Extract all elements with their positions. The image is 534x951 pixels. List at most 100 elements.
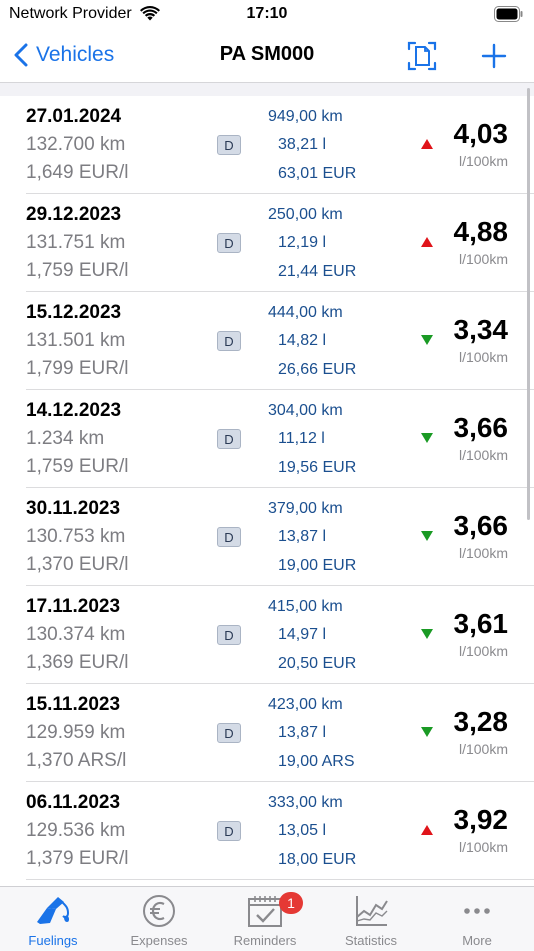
consumption-unit: l/100km xyxy=(458,643,508,659)
tab-reminders[interactable]: Reminders xyxy=(212,887,318,951)
trend-down-icon xyxy=(421,531,433,541)
consumption-value: 4,03 xyxy=(453,118,509,149)
trip-distance: 415,00 km xyxy=(268,598,343,615)
fueling-row[interactable]: 14.12.2023 1.234 km 1,759 EUR/l D 304,00… xyxy=(0,390,534,488)
document-button[interactable] xyxy=(404,39,440,73)
chevron-left-icon xyxy=(14,43,28,67)
tab-label: Statistics xyxy=(344,933,397,948)
odometer-reading: 132.700 km xyxy=(26,134,126,155)
fueling-row[interactable]: 15.11.2023 129.959 km 1,370 ARS/l D 423,… xyxy=(0,684,534,782)
fuel-cost: 63,01 EUR xyxy=(278,165,357,182)
fuel-volume: 13,87 l xyxy=(278,724,327,741)
trip-distance: 444,00 km xyxy=(268,304,343,321)
fueling-date: 15.11.2023 xyxy=(26,694,121,715)
consumption-unit: l/100km xyxy=(458,545,508,561)
trip-distance: 423,00 km xyxy=(268,696,343,713)
trend-down-icon xyxy=(421,335,433,345)
tab-label: Reminders xyxy=(233,933,297,948)
tab-more[interactable]: More xyxy=(424,887,530,951)
tab-label: Expenses xyxy=(130,933,188,948)
tab-label: More xyxy=(462,933,492,948)
fuel-type-badge: D xyxy=(217,233,241,253)
fueling-row[interactable]: 15.12.2023 131.501 km 1,799 EUR/l D 444,… xyxy=(0,292,534,390)
fuel-volume: 12,19 l xyxy=(278,234,327,251)
price-per-unit: 1,369 EUR/l xyxy=(26,652,129,673)
consumption-value: 3,28 xyxy=(453,706,509,737)
tab-fuelings[interactable]: Fuelings xyxy=(0,887,106,951)
fueling-row[interactable]: 17.11.2023 130.374 km 1,369 EUR/l D 415,… xyxy=(0,586,534,684)
fueling-date: 17.11.2023 xyxy=(26,596,121,617)
fuel-cost: 20,50 EUR xyxy=(278,655,357,672)
trip-distance: 379,00 km xyxy=(268,500,343,517)
odometer-reading: 130.753 km xyxy=(26,526,126,547)
tab-bar: Fuelings Expenses Reminders Statistics M… xyxy=(0,886,534,951)
fuel-volume: 14,97 l xyxy=(278,626,327,643)
trend-up-icon xyxy=(421,237,433,247)
more-dots-icon xyxy=(464,908,490,914)
reminders-badge: 1 xyxy=(279,892,303,914)
trip-distance: 250,00 km xyxy=(268,206,343,223)
fueling-row[interactable]: 30.11.2023 130.753 km 1,370 EUR/l D 379,… xyxy=(0,488,534,586)
consumption-unit: l/100km xyxy=(458,251,508,267)
add-fueling-button[interactable] xyxy=(476,39,512,73)
fueling-row[interactable]: 27.01.2024 132.700 km 1,649 EUR/l D 949,… xyxy=(0,96,534,194)
fuel-type-badge: D xyxy=(217,135,241,155)
trend-up-icon xyxy=(421,825,433,835)
odometer-reading: 129.536 km xyxy=(26,820,126,841)
consumption-value: 3,34 xyxy=(453,314,509,345)
tab-label: Fuelings xyxy=(28,933,78,948)
fuel-cost: 21,44 EUR xyxy=(278,263,357,280)
consumption-value: 3,61 xyxy=(453,608,509,639)
fuel-type-badge: D xyxy=(217,429,241,449)
fuel-type-badge: D xyxy=(217,723,241,743)
fuel-type-badge: D xyxy=(217,821,241,841)
consumption-value: 3,92 xyxy=(453,804,509,835)
fuel-volume: 38,21 l xyxy=(278,136,327,153)
back-button[interactable]: Vehicles xyxy=(14,38,114,72)
odometer-reading: 131.501 km xyxy=(26,330,126,351)
plus-icon xyxy=(481,43,507,69)
price-per-unit: 1,799 EUR/l xyxy=(26,358,129,379)
consumption-unit: l/100km xyxy=(458,839,508,855)
fueling-date: 30.11.2023 xyxy=(26,498,121,519)
fueling-date: 14.12.2023 xyxy=(26,400,122,421)
scrollbar[interactable] xyxy=(527,88,530,520)
fueling-date: 27.01.2024 xyxy=(26,106,122,127)
trip-distance: 304,00 km xyxy=(268,402,343,419)
fuel-cost: 19,00 EUR xyxy=(278,557,357,574)
trip-distance: 949,00 km xyxy=(268,108,343,125)
fuel-volume: 13,05 l xyxy=(278,822,327,839)
odometer-reading: 129.959 km xyxy=(26,722,126,743)
fuel-nozzle-icon xyxy=(37,897,70,924)
trend-up-icon xyxy=(421,139,433,149)
fuel-volume: 11,12 l xyxy=(278,430,325,447)
price-per-unit: 1,370 EUR/l xyxy=(26,554,129,575)
trend-down-icon xyxy=(421,629,433,639)
price-per-unit: 1,379 EUR/l xyxy=(26,848,129,869)
navigation-bar: Vehicles PA SM000 xyxy=(0,30,534,83)
price-per-unit: 1,649 EUR/l xyxy=(26,162,129,183)
price-per-unit: 1,759 EUR/l xyxy=(26,260,129,281)
tab-statistics[interactable]: Statistics xyxy=(318,887,424,951)
tab-expenses[interactable]: Expenses xyxy=(106,887,212,951)
clock: 17:10 xyxy=(246,5,288,22)
odometer-reading: 1.234 km xyxy=(26,428,105,449)
fuelings-list[interactable]: 27.01.2024 132.700 km 1,649 EUR/l D 949,… xyxy=(0,96,534,886)
fuel-type-badge: D xyxy=(217,527,241,547)
back-label: Vehicles xyxy=(36,43,115,66)
fuel-volume: 13,87 l xyxy=(278,528,327,545)
consumption-unit: l/100km xyxy=(458,741,508,757)
fuel-cost: 26,66 EUR xyxy=(278,361,357,378)
battery-icon xyxy=(494,6,523,22)
price-per-unit: 1,370 ARS/l xyxy=(26,750,127,771)
consumption-value: 4,88 xyxy=(453,216,509,247)
consumption-value: 3,66 xyxy=(453,510,509,541)
fuel-cost: 18,00 EUR xyxy=(278,851,357,868)
fueling-row[interactable]: 06.11.2023 129.536 km 1,379 EUR/l D 333,… xyxy=(0,782,534,880)
consumption-unit: l/100km xyxy=(458,447,508,463)
fueling-row[interactable]: 29.12.2023 131.751 km 1,759 EUR/l D 250,… xyxy=(0,194,534,292)
consumption-unit: l/100km xyxy=(458,153,508,169)
row-divider xyxy=(26,879,534,880)
odometer-reading: 131.751 km xyxy=(26,232,126,253)
fueling-date: 29.12.2023 xyxy=(26,204,122,225)
